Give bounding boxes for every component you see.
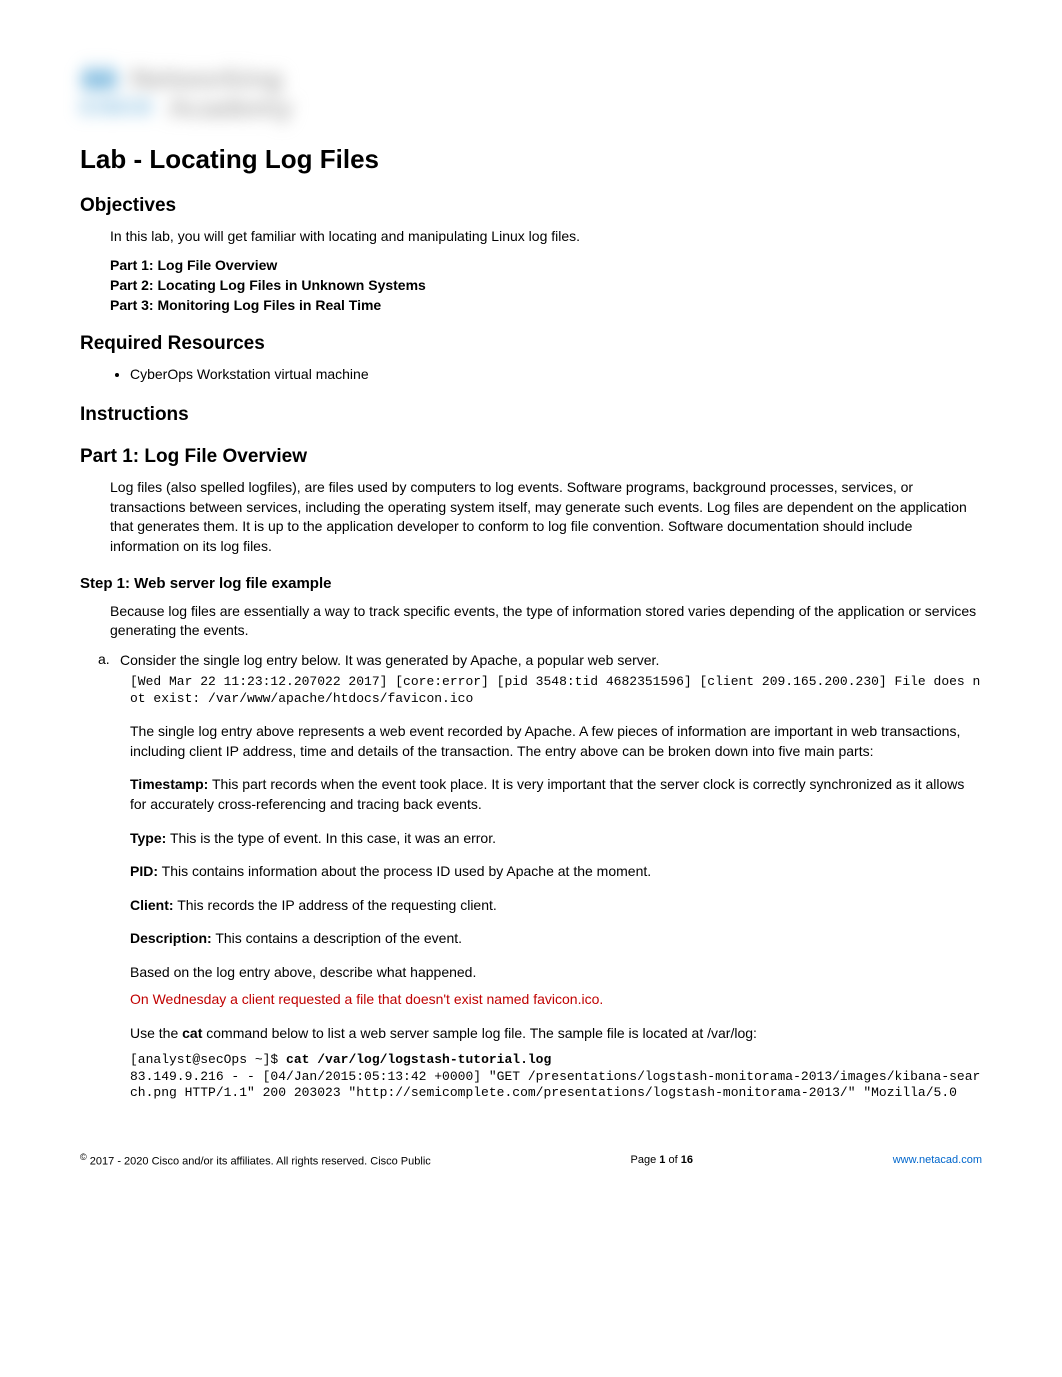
pid-text: This contains information about the proc… [158, 863, 651, 879]
objectives-part3: Part 3: Monitoring Log Files in Real Tim… [110, 297, 982, 313]
letter-a: a. [98, 651, 120, 671]
footer-link-wrap: www.netacad.com [893, 1154, 982, 1166]
logo-networking: Networking [130, 63, 282, 95]
type-line: Type: This is the type of event. In this… [130, 829, 982, 849]
objectives-part2: Part 2: Locating Log Files in Unknown Sy… [110, 277, 982, 293]
cat-intro-post: command below to list a web server sampl… [202, 1025, 757, 1041]
cat-command-block: [analyst@secOps ~]$ cat /var/log/logstas… [130, 1052, 982, 1103]
pid-label: PID: [130, 863, 158, 879]
page-total: 16 [681, 1154, 693, 1166]
part1-intro: Log files (also spelled logfiles), are f… [110, 478, 982, 556]
page-title: Lab - Locating Log Files [80, 144, 982, 175]
step1-a-text: Consider the single log entry below. It … [120, 651, 982, 671]
description-text: This contains a description of the event… [212, 930, 462, 946]
required-heading: Required Resources [80, 333, 982, 355]
client-label: Client: [130, 897, 174, 913]
page-pre: Page [631, 1154, 660, 1166]
step1-item-a: a. Consider the single log entry below. … [98, 651, 982, 671]
page-mid: of [665, 1154, 680, 1166]
instructions-heading: Instructions [80, 404, 982, 426]
description-line: Description: This contains a description… [130, 929, 982, 949]
page-footer: © 2017 - 2020 Cisco and/or its affiliate… [80, 1152, 982, 1168]
type-text: This is the type of event. In this case,… [166, 830, 496, 846]
cisco-bars-icon: ılıılı [80, 60, 115, 97]
logo-blurred: ılıılı Networking CISCO Academy [80, 60, 982, 124]
logo-cisco: CISCO [80, 97, 153, 120]
step1-explain: The single log entry above represents a … [130, 722, 982, 761]
client-line: Client: This records the IP address of t… [130, 896, 982, 916]
required-list: CyberOps Workstation virtual machine [130, 365, 982, 385]
step1-intro: Because log files are essentially a way … [110, 602, 982, 641]
step1-heading: Step 1: Web server log file example [80, 575, 982, 592]
timestamp-label: Timestamp: [130, 776, 208, 792]
timestamp-text: This part records when the event took pl… [130, 776, 964, 812]
client-text: This records the IP address of the reque… [174, 897, 497, 913]
answer-text: On Wednesday a client requested a file t… [130, 990, 982, 1010]
cat-cmd-bold: cat [182, 1025, 202, 1041]
footer-copyright: © 2017 - 2020 Cisco and/or its affiliate… [80, 1152, 431, 1168]
description-label: Description: [130, 930, 212, 946]
logo-academy: Academy [168, 92, 293, 124]
footer-page: Page 1 of 16 [631, 1154, 693, 1166]
cat-output: 83.149.9.216 - - [04/Jan/2015:05:13:42 +… [130, 1069, 980, 1101]
cat-prompt: [analyst@secOps ~]$ [130, 1052, 286, 1067]
pid-line: PID: This contains information about the… [130, 862, 982, 882]
objectives-heading: Objectives [80, 195, 982, 217]
timestamp-line: Timestamp: This part records when the ev… [130, 775, 982, 814]
cat-intro-pre: Use the [130, 1025, 182, 1041]
cat-intro: Use the cat command below to list a web … [130, 1024, 982, 1044]
objectives-intro: In this lab, you will get familiar with … [110, 227, 982, 247]
copyright-text: 2017 - 2020 Cisco and/or its affiliates.… [87, 1156, 431, 1168]
cat-command: cat /var/log/logstash-tutorial.log [286, 1052, 551, 1067]
copyright-symbol: © [80, 1152, 87, 1162]
type-label: Type: [130, 830, 166, 846]
question-text: Based on the log entry above, describe w… [130, 963, 982, 983]
required-item: CyberOps Workstation virtual machine [130, 365, 982, 385]
footer-link[interactable]: www.netacad.com [893, 1154, 982, 1166]
objectives-part1: Part 1: Log File Overview [110, 257, 982, 273]
part1-heading: Part 1: Log File Overview [80, 446, 982, 468]
apache-log-entry: [Wed Mar 22 11:23:12.207022 2017] [core:… [130, 674, 982, 708]
